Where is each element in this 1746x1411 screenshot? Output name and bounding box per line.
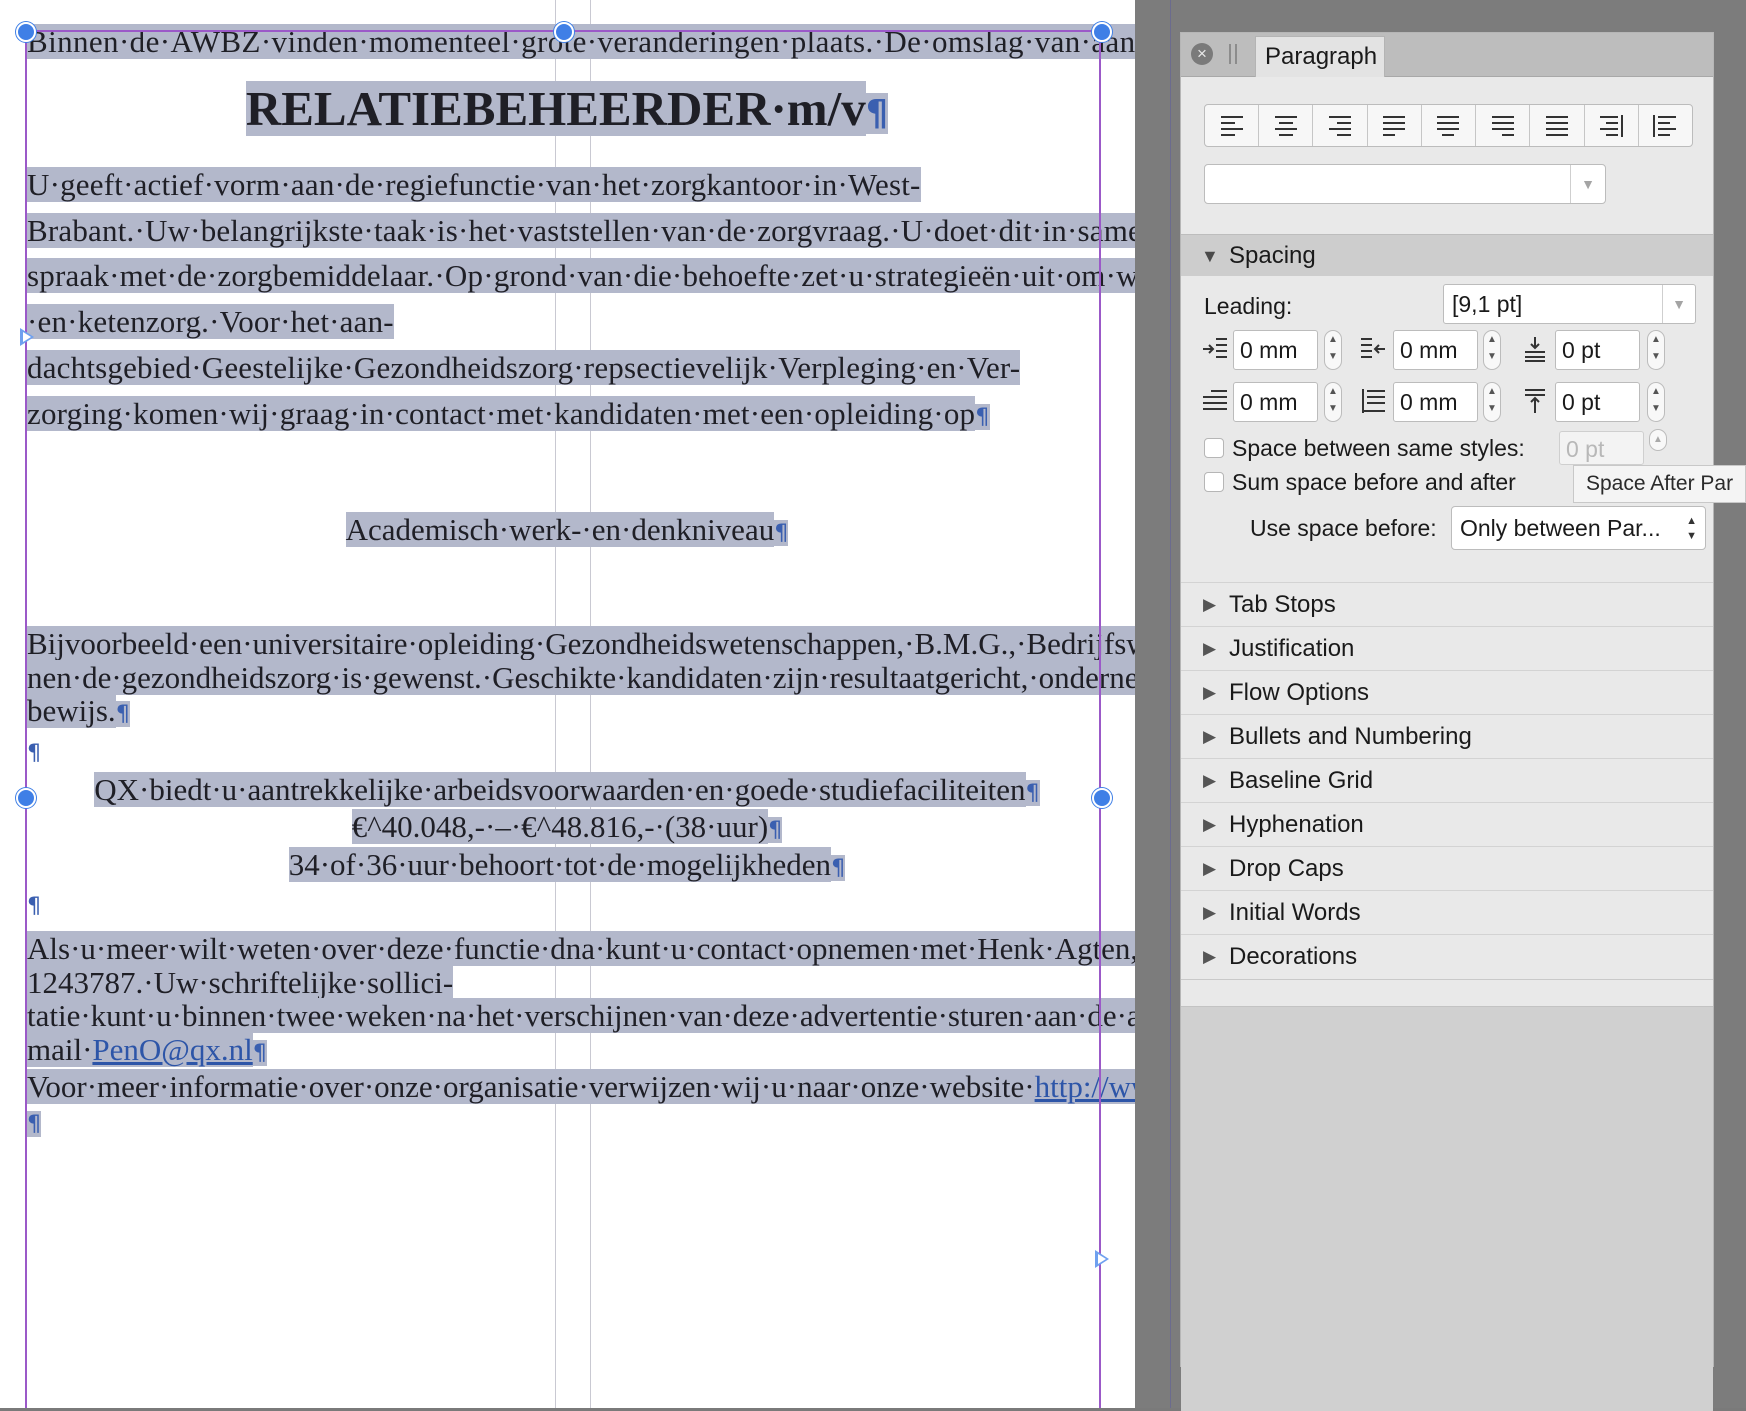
right-indent-icon bbox=[1361, 338, 1385, 358]
frame-out-port-icon[interactable] bbox=[1095, 1250, 1109, 1268]
justify-all-button[interactable] bbox=[1530, 105, 1585, 146]
triangle-right-icon: ▶ bbox=[1203, 815, 1217, 834]
frame-in-port-icon[interactable] bbox=[20, 328, 34, 346]
paragraph-style-dropdown[interactable]: ▼ bbox=[1204, 164, 1606, 204]
align-center-icon bbox=[1274, 115, 1297, 136]
chevron-down-icon[interactable]: ▼ bbox=[1662, 285, 1695, 323]
section-hyphenation[interactable]: ▶ Hyphenation bbox=[1181, 802, 1713, 847]
last-line-indent-field[interactable]: 0 mm bbox=[1393, 382, 1478, 422]
align-center-button[interactable] bbox=[1259, 105, 1314, 146]
space-between-same-styles-field[interactable]: 0 pt bbox=[1559, 431, 1644, 465]
left-indent-field[interactable]: 0 mm bbox=[1233, 330, 1318, 370]
justify-left-button[interactable] bbox=[1368, 105, 1422, 146]
space-after-field[interactable]: 0 pt bbox=[1555, 382, 1640, 422]
align-left-icon bbox=[1220, 115, 1243, 136]
space-between-same-styles-checkbox[interactable] bbox=[1204, 438, 1224, 458]
justify-right-button[interactable] bbox=[1476, 105, 1531, 146]
space-before-field[interactable]: 0 pt bbox=[1555, 330, 1640, 370]
triangle-right-icon: ▶ bbox=[1203, 859, 1217, 878]
leading-label: Leading: bbox=[1204, 293, 1293, 319]
triangle-right-icon: ▶ bbox=[1203, 947, 1217, 966]
sum-space-checkbox[interactable] bbox=[1204, 472, 1224, 492]
align-right-icon bbox=[1329, 115, 1352, 136]
paragraph-panel: × Paragraph ▼ ▼ Spacing Leading: [9,1 pt… bbox=[1181, 33, 1713, 1411]
justify-all-icon bbox=[1545, 115, 1568, 136]
section-initial-words[interactable]: ▶ Initial Words bbox=[1181, 890, 1713, 935]
align-towards-spine-button[interactable] bbox=[1585, 105, 1639, 146]
page-edge-line bbox=[1170, 0, 1171, 1408]
updown-arrows-icon: ▲ ▼ bbox=[1686, 515, 1697, 542]
justify-right-icon bbox=[1491, 115, 1514, 136]
section-drop-caps[interactable]: ▶ Drop Caps bbox=[1181, 846, 1713, 891]
first-line-indent-stepper[interactable]: ▲ ▼ bbox=[1324, 382, 1342, 422]
last-line-indent-icon bbox=[1362, 389, 1385, 413]
triangle-right-icon: ▶ bbox=[1203, 903, 1217, 922]
space-before-stepper[interactable]: ▲ ▼ bbox=[1647, 330, 1665, 370]
space-after-icon bbox=[1525, 389, 1545, 413]
use-space-before-dropdown[interactable]: Only between Par... ▲ ▼ bbox=[1451, 506, 1706, 550]
align-away-from-spine-button[interactable] bbox=[1639, 105, 1692, 146]
first-line-indent-icon bbox=[1203, 390, 1227, 410]
leading-field[interactable]: [9,1 pt] ▼ bbox=[1443, 284, 1696, 324]
align-towards-spine-icon bbox=[1600, 114, 1624, 137]
document-canvas[interactable]: Binnen·de·AWBZ·vinden·momenteel·grote·ve… bbox=[0, 0, 1135, 1408]
space-before-icon bbox=[1525, 337, 1545, 362]
last-line-indent-stepper[interactable]: ▲ ▼ bbox=[1483, 382, 1501, 422]
alignment-button-group bbox=[1204, 104, 1693, 147]
justify-center-icon bbox=[1437, 115, 1460, 136]
justify-left-icon bbox=[1383, 115, 1406, 136]
use-space-before-label: Use space before: bbox=[1250, 515, 1437, 541]
panel-body: ▼ ▼ Spacing Leading: [9,1 pt] ▼ 0 mm ▲ ▼ … bbox=[1181, 77, 1713, 1411]
panel-empty-area bbox=[1181, 1006, 1713, 1411]
space-after-tooltip: Space After Par bbox=[1573, 465, 1746, 503]
triangle-right-icon: ▶ bbox=[1203, 595, 1217, 614]
space-between-same-styles-label: Space between same styles: bbox=[1232, 435, 1525, 461]
section-spacing-header[interactable]: ▼ Spacing bbox=[1181, 234, 1713, 277]
sum-space-label: Sum space before and after bbox=[1232, 469, 1516, 495]
justify-center-button[interactable] bbox=[1422, 105, 1477, 146]
panel-tab-bar: × Paragraph bbox=[1181, 33, 1713, 77]
frame-handle-middle-right[interactable] bbox=[1092, 788, 1112, 808]
frame-handle-top-right[interactable] bbox=[1092, 22, 1112, 42]
section-tab-stops[interactable]: ▶ Tab Stops bbox=[1181, 582, 1713, 627]
section-justification[interactable]: ▶ Justification bbox=[1181, 626, 1713, 671]
frame-handle-top-center[interactable] bbox=[554, 22, 574, 42]
frame-handle-middle-left[interactable] bbox=[16, 788, 36, 808]
left-indent-stepper[interactable]: ▲ ▼ bbox=[1324, 330, 1342, 370]
space-between-same-styles-stepper[interactable]: ▲ bbox=[1649, 429, 1667, 451]
align-away-from-spine-icon bbox=[1653, 114, 1677, 137]
tab-paragraph[interactable]: Paragraph bbox=[1255, 36, 1385, 77]
first-line-indent-field[interactable]: 0 mm bbox=[1233, 382, 1318, 422]
triangle-right-icon: ▶ bbox=[1203, 683, 1217, 702]
text-frame-border bbox=[25, 30, 1101, 1408]
right-indent-stepper[interactable]: ▲ ▼ bbox=[1483, 330, 1501, 370]
section-bullets-and-numbering[interactable]: ▶ Bullets and Numbering bbox=[1181, 714, 1713, 759]
right-indent-field[interactable]: 0 mm bbox=[1393, 330, 1478, 370]
align-right-button[interactable] bbox=[1313, 105, 1368, 146]
triangle-down-icon: ▼ bbox=[1201, 246, 1219, 266]
triangle-right-icon: ▶ bbox=[1203, 727, 1217, 746]
left-indent-icon bbox=[1203, 338, 1227, 358]
align-left-button[interactable] bbox=[1205, 105, 1260, 146]
spacing-section: Leading: [9,1 pt] ▼ 0 mm ▲ ▼ 0 mm ▲ ▼ 0 pt… bbox=[1181, 276, 1713, 582]
section-baseline-grid[interactable]: ▶ Baseline Grid bbox=[1181, 758, 1713, 803]
chevron-down-icon[interactable]: ▼ bbox=[1570, 165, 1605, 203]
drag-grip-icon[interactable] bbox=[1229, 44, 1237, 64]
close-icon[interactable]: × bbox=[1191, 43, 1213, 65]
space-after-stepper[interactable]: ▲ ▼ bbox=[1647, 382, 1665, 422]
triangle-right-icon: ▶ bbox=[1203, 639, 1217, 658]
triangle-right-icon: ▶ bbox=[1203, 771, 1217, 790]
frame-handle-top-left[interactable] bbox=[16, 22, 36, 42]
section-decorations[interactable]: ▶ Decorations bbox=[1181, 934, 1713, 980]
section-flow-options[interactable]: ▶ Flow Options bbox=[1181, 670, 1713, 715]
